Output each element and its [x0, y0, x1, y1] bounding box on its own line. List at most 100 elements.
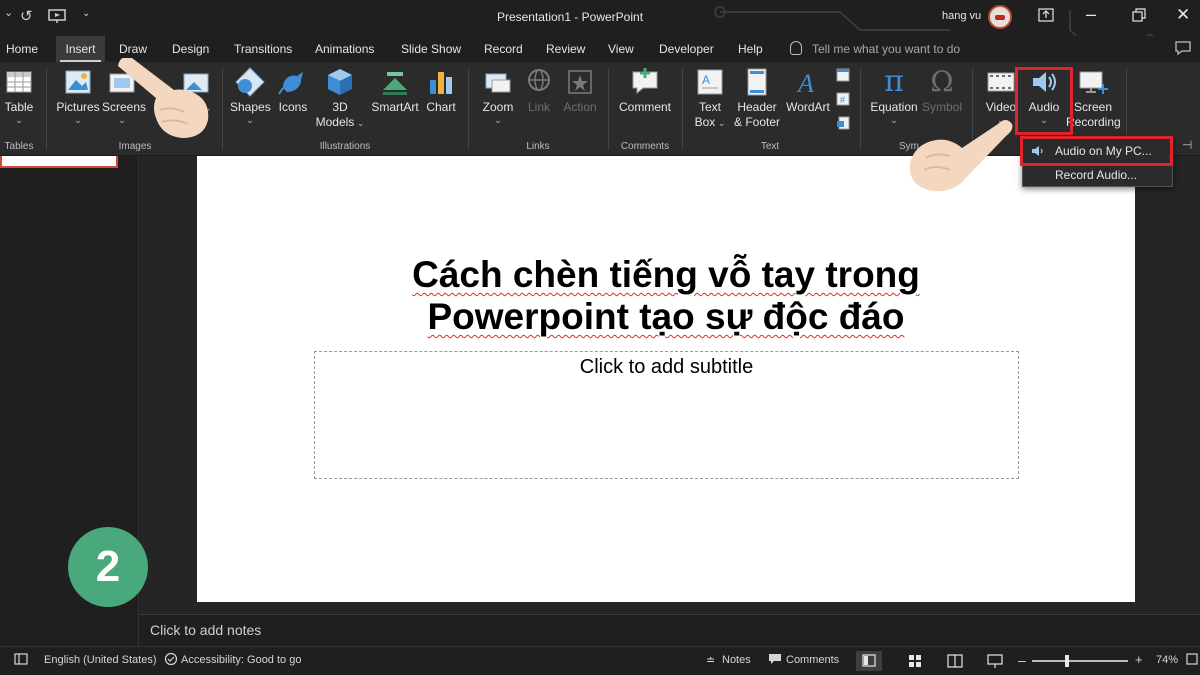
- screen-recording-icon: [1077, 66, 1109, 98]
- text-box-button[interactable]: A Text Box ⌄: [692, 66, 728, 131]
- zoom-label: Zoom: [482, 100, 514, 114]
- slide-thumbnail[interactable]: [0, 156, 118, 168]
- icons-button[interactable]: Icons: [276, 66, 310, 115]
- shapes-button[interactable]: Shapes ⌄: [230, 66, 271, 125]
- slide-title-line-2: Powerpoint tạo sự độc đáo: [427, 296, 905, 337]
- slide-title[interactable]: Cách chèn tiếng vỗ tay trong Powerpoint …: [197, 254, 1135, 338]
- wordart-icon: A: [792, 66, 824, 98]
- link-label: Link: [527, 100, 550, 114]
- chevron-down-icon: ⌄: [246, 115, 254, 125]
- film-icon: [985, 66, 1017, 98]
- wordart-button[interactable]: A WordArt: [784, 66, 832, 115]
- zoom-level[interactable]: 74%: [1156, 654, 1178, 666]
- video-button[interactable]: Video ⌄: [984, 66, 1018, 125]
- action-button[interactable]: Action: [560, 66, 600, 115]
- comments-toggle[interactable]: Comments: [786, 654, 839, 666]
- pointing-hand-icon: [909, 120, 1013, 192]
- chevron-down-icon: ⌄: [494, 115, 502, 125]
- smartart-button[interactable]: SmartArt: [370, 66, 420, 115]
- slide-number-icon[interactable]: #: [836, 92, 850, 111]
- notes-toggle[interactable]: Notes: [722, 654, 751, 666]
- tab-review[interactable]: Review: [542, 36, 589, 62]
- pictures-icon: [62, 66, 94, 98]
- separator: [468, 68, 469, 150]
- tell-me-search[interactable]: Tell me what you want to do: [790, 41, 960, 56]
- chevron-down-icon: ⌄: [74, 115, 82, 125]
- record-audio-label: Record Audio...: [1055, 168, 1138, 182]
- header-footer-label-1: Header: [737, 100, 777, 114]
- zoom-icon: [482, 66, 514, 98]
- comment-icon: [629, 66, 661, 98]
- slide-title-line-1: Cách chèn tiếng vỗ tay trong: [412, 254, 920, 295]
- tab-slide-show[interactable]: Slide Show: [397, 36, 465, 62]
- zoom-slider[interactable]: [1032, 655, 1128, 667]
- tab-home[interactable]: Home: [2, 36, 42, 62]
- chevron-down-icon: ⌄: [15, 115, 23, 125]
- audio-on-my-pc-highlight: [1020, 136, 1173, 166]
- pi-icon: π: [884, 64, 904, 99]
- object-icon[interactable]: [836, 116, 850, 135]
- reading-view-button[interactable]: [942, 651, 968, 671]
- audio-button-highlight: [1015, 67, 1073, 135]
- language-status[interactable]: English (United States): [44, 654, 157, 666]
- chart-icon: [425, 66, 457, 98]
- separator: [222, 68, 223, 150]
- equation-label: Equation: [870, 100, 918, 114]
- tell-me-label: Tell me what you want to do: [812, 42, 961, 56]
- tab-insert[interactable]: Insert: [56, 36, 105, 62]
- normal-view-button[interactable]: [856, 651, 882, 671]
- pictures-button[interactable]: Pictures ⌄: [56, 66, 100, 125]
- avatar[interactable]: [988, 5, 1012, 29]
- equation-button[interactable]: π Equation ⌄: [868, 64, 920, 126]
- slide[interactable]: Cách chèn tiếng vỗ tay trong Powerpoint …: [197, 156, 1135, 602]
- subtitle-placeholder[interactable]: Click to add subtitle: [314, 351, 1019, 479]
- group-label-links: Links: [526, 141, 550, 152]
- comments-status-icon: [768, 652, 782, 669]
- notes-pane[interactable]: Click to add notes: [140, 614, 1200, 646]
- tab-transitions[interactable]: Transitions: [230, 36, 296, 62]
- restore-icon[interactable]: [1132, 8, 1146, 25]
- header-footer-button[interactable]: Header & Footer: [732, 66, 782, 130]
- header-footer-icon: [741, 66, 773, 98]
- table-label: Table: [4, 100, 34, 114]
- group-label-text: Text: [760, 141, 780, 152]
- zoom-slider-handle[interactable]: [1065, 655, 1069, 667]
- smartart-label: SmartArt: [371, 100, 419, 114]
- chart-button[interactable]: Chart: [424, 66, 458, 115]
- comment-button[interactable]: Comment: [616, 66, 674, 115]
- link-button[interactable]: Link: [522, 66, 556, 115]
- tab-animations[interactable]: Animations: [311, 36, 378, 62]
- record-audio-item[interactable]: Record Audio...: [1023, 164, 1172, 186]
- zoom-button[interactable]: Zoom ⌄: [478, 66, 518, 125]
- fit-to-window-icon[interactable]: [1186, 652, 1198, 669]
- tab-record[interactable]: Record: [480, 36, 527, 62]
- symbol-button[interactable]: Ω Symbol: [920, 66, 964, 115]
- screen-recording-label-1: Screen: [1073, 100, 1113, 114]
- ribbon-display-icon[interactable]: [1038, 8, 1054, 25]
- slide-sorter-button[interactable]: [902, 651, 928, 671]
- lightbulb-icon: [790, 41, 802, 55]
- 3d-models-label-2: Models: [315, 115, 355, 129]
- 3d-models-button[interactable]: 3D Models ⌄: [314, 66, 366, 131]
- minimize-icon[interactable]: –: [1086, 4, 1096, 25]
- slide-show-button[interactable]: [982, 651, 1008, 671]
- comments-icon[interactable]: [1174, 40, 1192, 61]
- slide-view-icon[interactable]: [14, 652, 28, 669]
- notes-placeholder: Click to add notes: [150, 622, 262, 638]
- tab-view[interactable]: View: [604, 36, 638, 62]
- date-time-icon[interactable]: [836, 68, 850, 87]
- tab-developer[interactable]: Developer: [655, 36, 718, 62]
- pin-icon[interactable]: ⊣: [1182, 138, 1192, 152]
- chart-label: Chart: [426, 100, 456, 114]
- tab-help[interactable]: Help: [734, 36, 767, 62]
- pictures-label: Pictures: [56, 100, 100, 114]
- close-icon[interactable]: ✕: [1176, 5, 1190, 25]
- comment-label: Comment: [618, 100, 671, 114]
- title-bar: ⌄ ↺ ⌄ Presentation1 - PowerPoint hang vu…: [0, 0, 1200, 36]
- table-button[interactable]: Table ⌄: [2, 66, 36, 125]
- zoom-in-button[interactable]: +: [1135, 652, 1143, 667]
- screen-recording-button[interactable]: Screen Recording: [1066, 66, 1121, 130]
- zoom-out-button[interactable]: –: [1018, 652, 1026, 668]
- step-number-badge: 2: [68, 527, 148, 607]
- accessibility-status[interactable]: Accessibility: Good to go: [181, 654, 301, 666]
